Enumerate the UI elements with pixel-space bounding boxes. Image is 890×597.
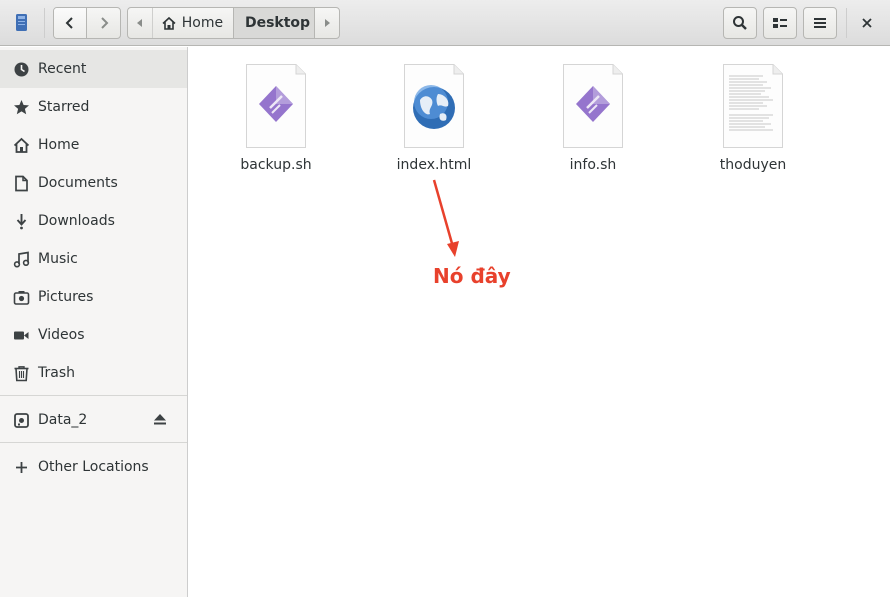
- sidebar-item-label: Pictures: [38, 289, 94, 305]
- navigation-buttons: [53, 7, 121, 39]
- path-scroll-left-button[interactable]: [128, 8, 152, 38]
- sidebar-item-data-2[interactable]: Data_2: [0, 401, 187, 439]
- close-button[interactable]: [855, 12, 879, 34]
- list-view-icon: [773, 18, 787, 28]
- star-icon: [14, 100, 29, 115]
- annotation-arrow: [432, 179, 459, 257]
- header-separator: [846, 8, 847, 38]
- recent-icon: [14, 62, 29, 77]
- sidebar-item-downloads[interactable]: Downloads: [0, 202, 187, 240]
- sidebar-item-trash[interactable]: Trash: [0, 354, 187, 392]
- forward-button[interactable]: [87, 8, 120, 38]
- sidebar-item-pictures[interactable]: Pictures: [0, 278, 187, 316]
- sidebar-item-label: Data_2: [38, 412, 88, 428]
- header-separator: [44, 8, 45, 38]
- files-app-icon: [16, 14, 27, 31]
- sidebar-item-label: Recent: [38, 61, 87, 77]
- sidebar-item-home[interactable]: Home: [0, 126, 187, 164]
- camera-icon: [13, 291, 30, 305]
- header-bar: Home Desktop: [0, 0, 890, 46]
- annotation-label: Nó đây: [433, 264, 511, 288]
- sidebar-item-label: Downloads: [38, 213, 115, 229]
- view-mode-button[interactable]: [763, 7, 797, 39]
- document-icon: [15, 175, 28, 192]
- sidebar-item-label: Home: [38, 137, 80, 153]
- sidebar-item-documents[interactable]: Documents: [0, 164, 187, 202]
- sidebar-item-label: Videos: [38, 327, 85, 343]
- file-view: backup.sh index.html info.sh thoduyen: [189, 47, 890, 597]
- path-scroll-right-button[interactable]: [315, 8, 339, 38]
- chevron-right-icon: [325, 19, 331, 27]
- menu-icon: [814, 18, 826, 28]
- path-desktop-label: Desktop: [244, 15, 311, 31]
- back-icon: [65, 17, 73, 29]
- path-desktop-button[interactable]: Desktop: [233, 8, 316, 38]
- sidebar-item-recent[interactable]: Recent: [0, 50, 187, 88]
- sidebar: Recent Starred Home Documents Downloads …: [0, 47, 188, 597]
- home-icon: [13, 137, 30, 153]
- drive-icon: [14, 413, 29, 428]
- path-home-label: Home: [181, 15, 224, 31]
- eject-icon[interactable]: [153, 413, 167, 426]
- path-bar: Home Desktop: [127, 7, 340, 39]
- close-icon: [862, 18, 872, 28]
- plus-icon: [16, 462, 27, 473]
- video-icon: [14, 331, 29, 340]
- trash-icon: [14, 366, 29, 382]
- sidebar-item-label: Documents: [38, 175, 118, 191]
- sidebar-item-other-locations[interactable]: Other Locations: [0, 448, 187, 486]
- back-button[interactable]: [54, 8, 87, 38]
- path-home-button[interactable]: Home: [151, 8, 234, 38]
- sidebar-item-label: Music: [38, 251, 78, 267]
- forward-icon: [100, 17, 108, 29]
- sidebar-item-label: Trash: [38, 365, 75, 381]
- home-icon: [162, 16, 176, 30]
- search-button[interactable]: [723, 7, 757, 39]
- sidebar-separator: [0, 442, 187, 443]
- sidebar-separator: [0, 395, 187, 396]
- sidebar-item-label: Other Locations: [38, 459, 149, 475]
- search-icon: [733, 16, 747, 30]
- sidebar-item-starred[interactable]: Starred: [0, 88, 187, 126]
- sidebar-item-label: Starred: [38, 99, 90, 115]
- sidebar-item-videos[interactable]: Videos: [0, 316, 187, 354]
- download-icon: [16, 214, 27, 230]
- chevron-left-icon: [136, 19, 142, 27]
- music-icon: [13, 251, 30, 268]
- sidebar-item-music[interactable]: Music: [0, 240, 187, 278]
- menu-button[interactable]: [803, 7, 837, 39]
